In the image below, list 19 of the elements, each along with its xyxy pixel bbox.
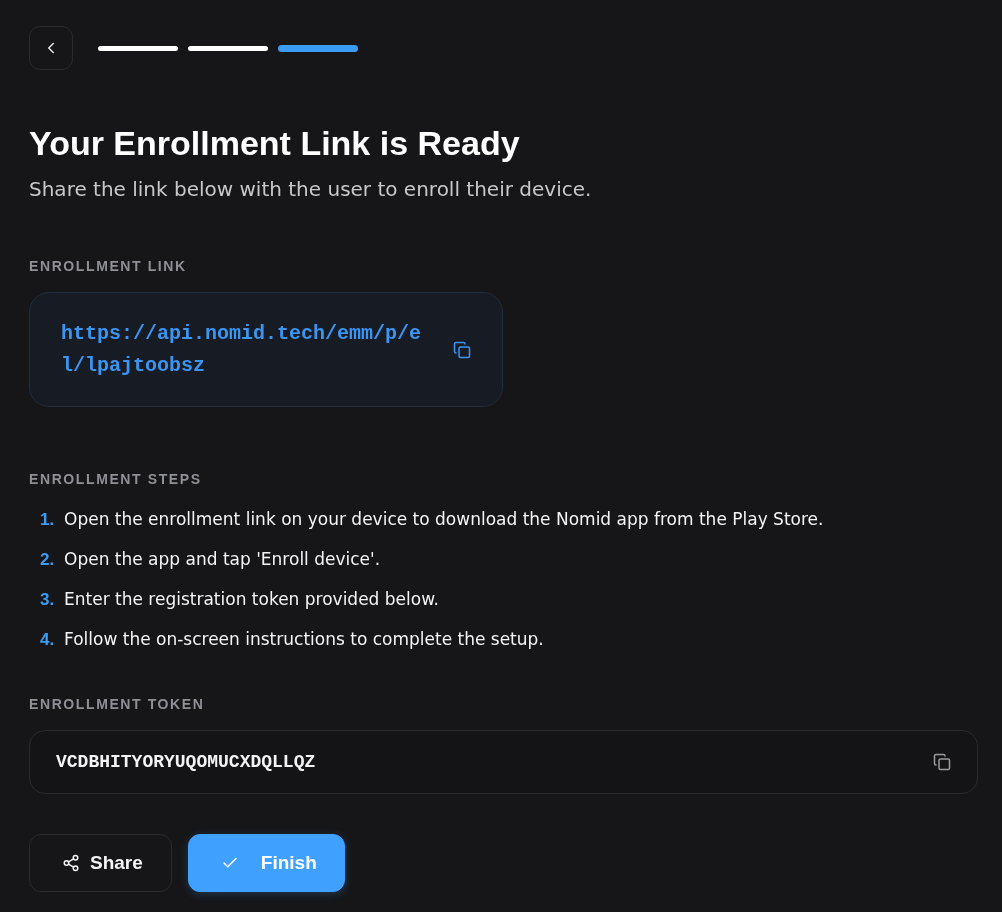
enrollment-link[interactable]: https://api.nomid.tech/emm/p/el/lpajtoobsz [61,318,427,382]
page-subtitle: Share the link below with the user to enroll their device. [29,176,592,203]
copy-icon[interactable] [933,753,951,771]
section-label: ENROLLMENT STEPS [29,470,202,489]
step-number: 4. [40,629,56,651]
step-text: Enter the registration token provided below. [64,588,439,611]
share-button[interactable]: Share [29,834,172,892]
step-text: Open the app and tap 'Enroll device'. [64,548,381,571]
share-icon [62,854,80,872]
step-text: Follow the on-screen instructions to complete the setup. [64,628,544,651]
step-text: Open the enrollment link on your device to download the Nomid app from the Play Store. [64,508,824,531]
step-number: 3. [40,589,56,611]
enrollment-token: VCDBHITYORYUQOMUCXDQLLQZ [56,751,316,774]
copy-icon[interactable] [453,341,471,359]
step-number: 2. [40,549,56,571]
section-label: ENROLLMENT TOKEN [29,695,205,714]
section-label: ENROLLMENT LINK [29,257,187,276]
page-title: Your Enrollment Link is Ready [29,123,520,164]
step-number: 1. [40,509,56,531]
